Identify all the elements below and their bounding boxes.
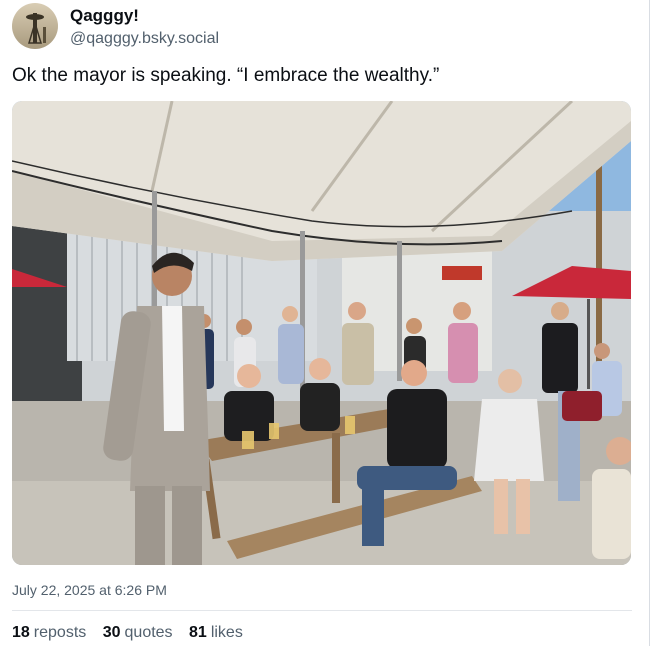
likes-stat[interactable]: 81 likes — [189, 624, 243, 642]
reposts-count: 18 — [12, 624, 30, 641]
reposts-stat[interactable]: 18 reposts — [12, 624, 86, 642]
author-display-name[interactable]: Qagggy! — [70, 6, 139, 26]
likes-label: likes — [210, 624, 243, 641]
post-image[interactable] — [12, 101, 631, 565]
quotes-count: 30 — [102, 624, 121, 641]
divider — [12, 610, 632, 611]
quotes-stat[interactable]: 30 quotes — [103, 624, 173, 642]
quotes-label: quotes — [124, 624, 173, 641]
post-text: Ok the mayor is speaking. “I embrace the… — [12, 65, 440, 86]
space-needle-icon — [12, 3, 58, 49]
reposts-label: reposts — [33, 624, 87, 641]
post-timestamp[interactable]: July 22, 2025 at 6:26 PM — [12, 582, 167, 598]
engagement-stats: 18 reposts 30 quotes 81 likes — [12, 624, 255, 642]
post-card: Qagggy! @qagggy.bsky.social Ok the mayor… — [0, 0, 650, 646]
author-handle[interactable]: @qagggy.bsky.social — [70, 30, 219, 48]
likes-count: 81 — [189, 624, 207, 641]
photo-mayor-speaking-under-tent — [12, 101, 631, 565]
author-avatar[interactable] — [12, 3, 58, 49]
